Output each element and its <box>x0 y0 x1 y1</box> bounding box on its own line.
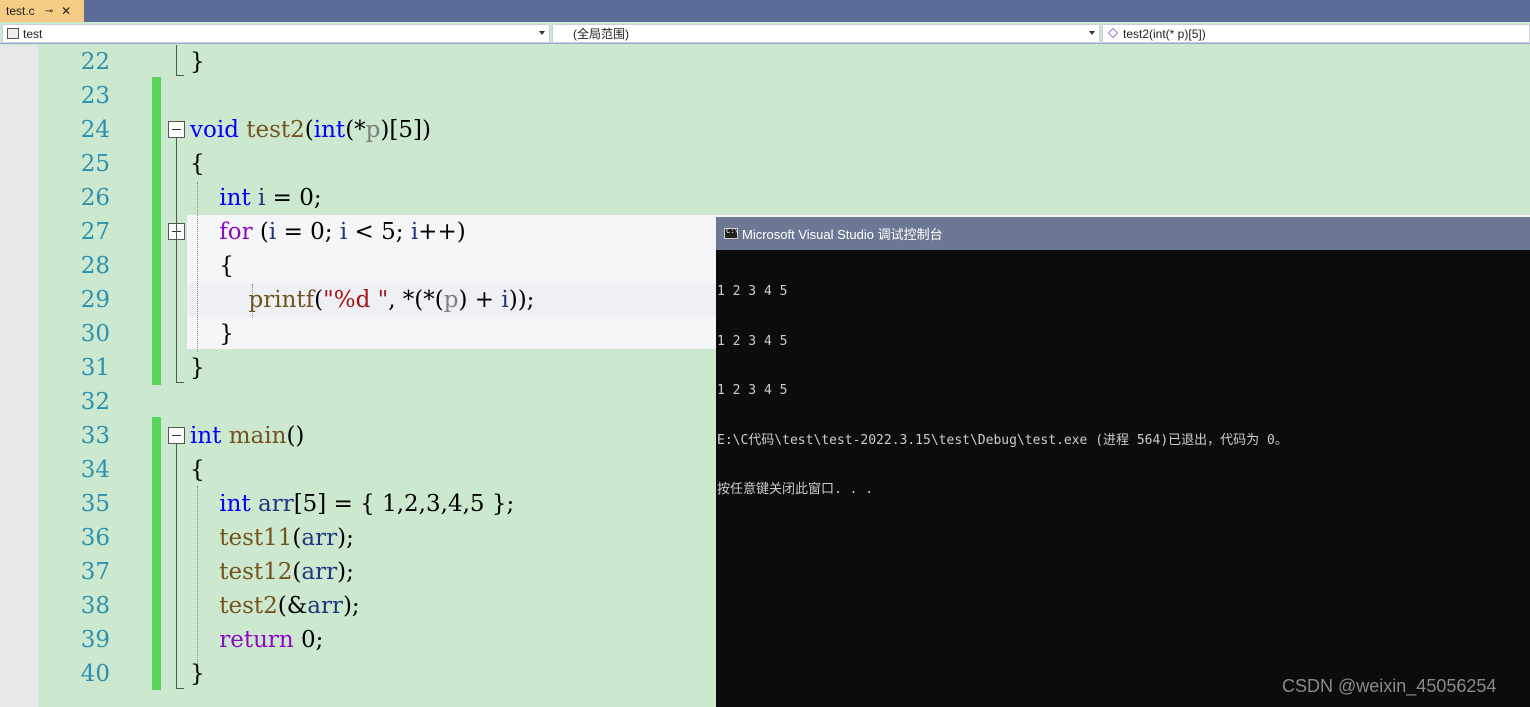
code-line[interactable]: } <box>190 657 205 691</box>
line-number: 37 <box>80 559 110 585</box>
watermark: CSDN @weixin_45056254 <box>1282 676 1497 696</box>
function-icon <box>1108 28 1118 38</box>
line-number: 25 <box>80 151 110 177</box>
document-tab[interactable]: test.c ⊸ ✕ <box>0 0 84 22</box>
code-line[interactable]: for (i = 0; i < 5; i++) <box>190 215 465 249</box>
collapse-icon[interactable] <box>168 121 185 138</box>
project-label: test <box>23 26 43 41</box>
chevron-down-icon <box>539 31 545 35</box>
code-line[interactable]: int arr[5] = { 1,2,3,4,5 }; <box>190 487 514 521</box>
code-line[interactable]: printf("%d ", *(*(p) + i)); <box>190 283 535 317</box>
code-line[interactable]: int i = 0; <box>190 181 321 215</box>
change-tracking-bar <box>152 45 161 690</box>
tab-title: test.c <box>6 4 35 18</box>
line-number: 23 <box>80 83 110 109</box>
line-number: 28 <box>80 253 110 279</box>
code-line[interactable]: } <box>190 351 205 385</box>
outline-line <box>176 688 184 689</box>
line-number: 22 <box>80 49 110 75</box>
scope-dropdown[interactable]: (全局范围) <box>552 24 1100 43</box>
outline-line <box>176 75 184 76</box>
member-label: test2(int(* p)[5]) <box>1123 26 1206 41</box>
console-line: 按任意键关闭此窗口. . . <box>717 482 874 497</box>
code-line[interactable]: int main() <box>190 419 304 453</box>
debug-console-window[interactable]: Microsoft Visual Studio 调试控制台 1 2 3 4 5 … <box>716 217 1530 707</box>
console-line: 1 2 3 4 5 <box>717 383 788 398</box>
document-tab-bar: test.c ⊸ ✕ <box>0 0 1530 22</box>
line-number: 39 <box>80 627 110 653</box>
console-title-bar[interactable]: Microsoft Visual Studio 调试控制台 <box>716 217 1530 250</box>
navigation-bar: test (全局范围) test2(int(* p)[5]) <box>0 22 1530 44</box>
code-line[interactable]: test11(arr); <box>190 521 354 555</box>
line-number: 32 <box>80 389 110 415</box>
code-line[interactable]: { <box>190 453 205 487</box>
outline-line <box>176 138 177 382</box>
indicator-margin[interactable] <box>0 45 38 707</box>
line-number: 31 <box>80 355 110 381</box>
code-line[interactable]: } <box>190 317 234 351</box>
line-number: 35 <box>80 491 110 517</box>
console-line: E:\C代码\test\test-2022.3.15\test\Debug\te… <box>717 432 1288 448</box>
console-icon <box>724 227 739 239</box>
code-line[interactable]: test2(&arr); <box>190 589 359 623</box>
line-number: 24 <box>80 117 110 143</box>
pin-icon[interactable]: ⊸ <box>45 6 53 17</box>
console-title: Microsoft Visual Studio 调试控制台 <box>742 227 943 242</box>
console-output: 1 2 3 4 5 1 2 3 4 5 1 2 3 4 5 E:\C代码\tes… <box>717 251 1527 532</box>
code-line[interactable]: return 0; <box>190 623 323 657</box>
line-number: 38 <box>80 593 110 619</box>
line-number: 40 <box>80 661 110 687</box>
outline-line <box>176 45 177 75</box>
code-line[interactable]: { <box>190 147 205 181</box>
line-number: 34 <box>80 457 110 483</box>
member-dropdown[interactable]: test2(int(* p)[5]) <box>1102 24 1530 43</box>
outline-line <box>176 444 177 688</box>
outline-line <box>176 382 184 383</box>
console-line: 1 2 3 4 5 <box>717 333 788 349</box>
line-number: 26 <box>80 185 110 211</box>
code-line[interactable]: void test2(int(*p)[5]) <box>190 113 431 147</box>
code-line[interactable]: } <box>190 45 205 79</box>
scope-label: (全局范围) <box>573 27 629 41</box>
line-number: 36 <box>80 525 110 551</box>
line-number: 30 <box>80 321 110 347</box>
chevron-down-icon <box>1089 31 1095 35</box>
code-line[interactable]: { <box>190 249 234 283</box>
project-dropdown[interactable]: test <box>2 24 550 43</box>
close-icon[interactable]: ✕ <box>61 4 71 18</box>
line-number: 29 <box>80 287 110 313</box>
project-icon <box>7 28 19 39</box>
line-number: 27 <box>80 219 110 245</box>
code-line[interactable]: test12(arr); <box>190 555 354 589</box>
line-number: 33 <box>80 423 110 449</box>
console-line: 1 2 3 4 5 <box>717 284 788 299</box>
collapse-icon[interactable] <box>168 427 185 444</box>
